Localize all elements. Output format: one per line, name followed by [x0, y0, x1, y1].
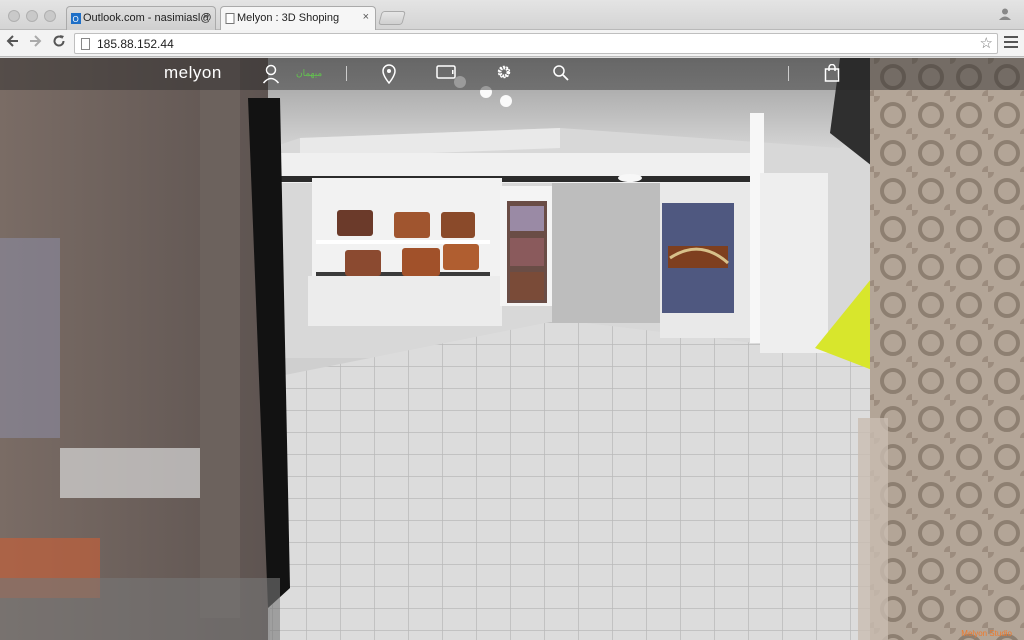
reload-icon[interactable]: [50, 34, 68, 52]
back-arrow-icon[interactable]: [4, 34, 22, 52]
search-icon[interactable]: [552, 64, 570, 87]
minimize-window-button[interactable]: [26, 10, 38, 22]
close-window-button[interactable]: [8, 10, 20, 22]
shopping-bag-icon[interactable]: [824, 63, 840, 87]
tab-title: Outlook.com - nasimiasl@: [83, 12, 212, 24]
menu-icon[interactable]: [1004, 36, 1018, 51]
page-info-icon[interactable]: [81, 38, 90, 50]
url-text: 185.88.152.44: [97, 37, 174, 51]
star-icon[interactable]: ☆: [980, 34, 993, 52]
store-scene: [0, 58, 1024, 640]
profile-icon[interactable]: [998, 7, 1012, 21]
outlook-icon: O: [71, 13, 81, 24]
site-logo[interactable]: melyon: [164, 63, 222, 83]
svg-text:O: O: [73, 15, 79, 24]
address-bar[interactable]: 185.88.152.44 ☆: [74, 33, 998, 54]
site-navbar: melyon میهمان: [0, 58, 1024, 90]
tab-title: Melyon : 3D Shoping: [237, 12, 340, 24]
gear-icon[interactable]: [496, 64, 512, 85]
close-tab-icon[interactable]: ×: [363, 11, 369, 23]
guest-label[interactable]: میهمان: [296, 68, 322, 79]
tab-melyon[interactable]: Melyon : 3D Shoping ×: [220, 6, 376, 30]
map-pin-icon[interactable]: [382, 64, 396, 89]
browser-tab-bar: O Outlook.com - nasimiasl@ × Melyon : 3D…: [0, 0, 1024, 30]
studio-watermark: Melyon Studio: [961, 629, 1012, 638]
new-tab-button[interactable]: [378, 11, 406, 25]
tab-outlook[interactable]: O Outlook.com - nasimiasl@ ×: [66, 6, 216, 30]
browser-toolbar: 185.88.152.44 ☆: [0, 30, 1024, 57]
tablet-icon[interactable]: [436, 64, 456, 85]
page-icon: [225, 13, 235, 24]
nav-separator: [788, 66, 789, 81]
close-tab-icon[interactable]: ×: [203, 11, 209, 23]
zoom-window-button[interactable]: [44, 10, 56, 22]
forward-arrow-icon[interactable]: [26, 34, 44, 52]
3d-store-viewport[interactable]: melyon میهمان Melyon Studio: [0, 58, 1024, 640]
user-icon[interactable]: [262, 64, 280, 89]
nav-separator: [346, 66, 347, 81]
